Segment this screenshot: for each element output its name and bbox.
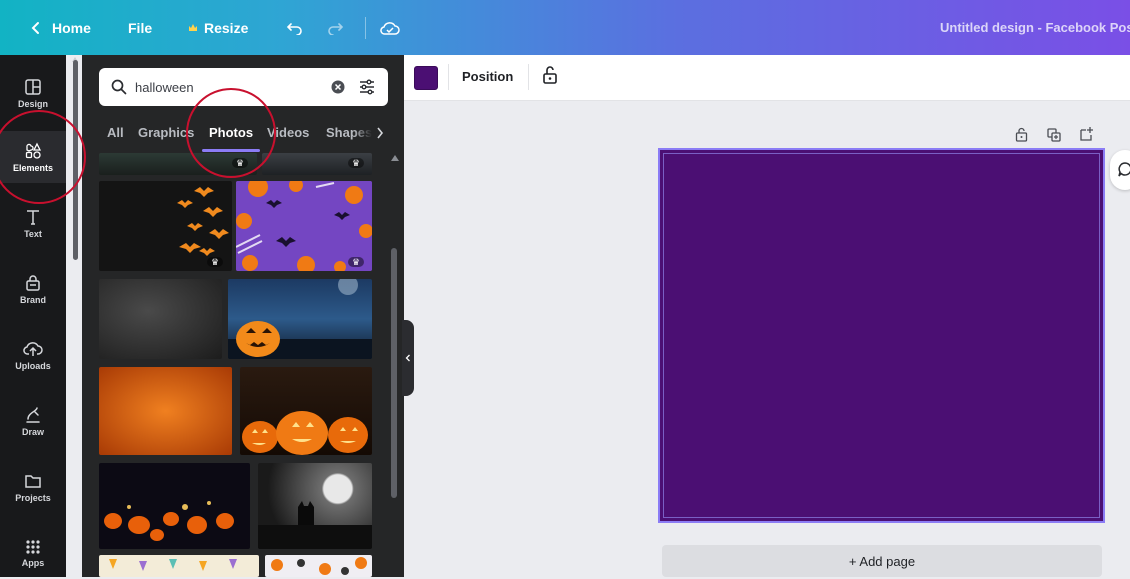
file-label: File <box>128 19 153 36</box>
design-icon <box>25 78 41 95</box>
undo-button[interactable] <box>286 0 304 55</box>
unlock-icon[interactable] <box>542 65 558 85</box>
divider <box>528 64 529 90</box>
annotation-circle-photos <box>186 88 276 178</box>
lanterns-row-art <box>104 501 234 541</box>
divider <box>448 64 449 90</box>
photo-thumbnail[interactable]: ♛ <box>262 153 372 175</box>
design-canvas[interactable] <box>658 148 1105 523</box>
rail-item-text[interactable]: Text <box>0 197 66 249</box>
photo-thumbnail-pumpkins-glow[interactable] <box>240 367 372 455</box>
design-title[interactable]: Untitled design - Facebook Pos <box>940 0 1130 55</box>
rail-item-label: Apps <box>21 557 45 568</box>
comment-button[interactable] <box>1110 150 1130 190</box>
photo-thumbnail-grunge[interactable] <box>99 279 222 359</box>
chevron-right-icon[interactable] <box>376 127 384 139</box>
draw-icon <box>26 406 40 423</box>
rail-item-label: Projects <box>15 492 51 503</box>
tab-all[interactable]: All <box>107 125 124 140</box>
crown-icon <box>189 24 197 31</box>
apps-grid-icon <box>26 539 40 554</box>
bunting-art <box>109 559 237 571</box>
add-page-icon[interactable] <box>1080 126 1095 141</box>
color-swatch[interactable] <box>414 66 438 90</box>
add-page-button[interactable]: + Add page <box>662 545 1102 577</box>
save-status-button[interactable] <box>380 0 400 55</box>
rail-item-draw[interactable]: Draw <box>0 395 66 447</box>
chevron-left-small-icon <box>405 354 410 362</box>
comment-icon <box>1118 162 1130 177</box>
photo-thumbnail-jackolantern-night[interactable] <box>228 279 372 359</box>
lock-page-icon[interactable] <box>1015 127 1028 142</box>
photo-thumbnail-lanterns-row[interactable] <box>99 463 250 549</box>
file-menu[interactable]: File <box>128 0 152 55</box>
duplicate-page-icon[interactable] <box>1047 128 1061 142</box>
brand-icon <box>26 274 40 291</box>
panel-scroll-up-arrow[interactable] <box>391 155 399 161</box>
glowing-pumpkins-art <box>242 411 368 455</box>
rail-item-label: Design <box>17 98 48 109</box>
photo-thumbnail-bats[interactable]: ♛ <box>99 181 232 271</box>
rail-item-brand[interactable]: Brand <box>0 263 66 315</box>
tab-shapes[interactable]: Shapes <box>326 125 372 140</box>
premium-crown-icon: ♛ <box>348 257 364 267</box>
panel-scrollbar[interactable] <box>391 248 397 498</box>
rail-item-apps[interactable]: Apps <box>0 527 66 579</box>
premium-crown-icon: ♛ <box>207 257 223 267</box>
search-icon <box>111 79 127 95</box>
home-label: Home <box>52 19 91 36</box>
rail-item-label: Brand <box>19 294 46 305</box>
home-button[interactable]: Home <box>30 0 91 55</box>
jackolantern-night-art <box>228 279 372 359</box>
rail-item-projects[interactable]: Projects <box>0 461 66 513</box>
cloud-check-icon <box>380 21 400 35</box>
top-bar: Home File Resize Untitled design - Faceb… <box>0 0 1130 55</box>
clear-search-icon[interactable] <box>331 80 345 94</box>
photo-thumbnail-pumpkins-purple[interactable]: ♛ <box>236 181 372 271</box>
rail-item-label: Text <box>24 228 42 239</box>
resize-button[interactable]: Resize <box>188 0 248 55</box>
redo-icon <box>328 22 344 35</box>
resize-label: Resize <box>204 19 249 36</box>
photo-thumbnail-ghosts[interactable] <box>265 555 372 577</box>
cat-moon-art <box>258 501 372 549</box>
undo-icon <box>286 22 302 35</box>
cloud-upload-icon <box>23 341 43 356</box>
position-button[interactable]: Position <box>462 69 513 84</box>
canvas-selection-border <box>663 153 1100 518</box>
redo-button[interactable] <box>326 0 344 55</box>
chevron-left-icon <box>31 21 39 34</box>
text-icon <box>27 209 39 225</box>
filter-sliders-icon[interactable] <box>359 79 375 95</box>
photo-thumbnail-bunting[interactable] <box>99 555 259 577</box>
photo-thumbnail-orange-texture[interactable] <box>99 367 232 455</box>
ghosts-pattern-art <box>271 557 367 575</box>
rail-item-uploads[interactable]: Uploads <box>0 329 66 381</box>
photo-thumbnail-cat-moon[interactable] <box>258 463 372 549</box>
premium-crown-icon: ♛ <box>348 158 364 168</box>
rail-item-label: Uploads <box>15 360 51 371</box>
folder-icon <box>25 474 41 488</box>
divider <box>365 17 366 39</box>
rail-item-label: Draw <box>21 426 44 437</box>
collapse-panel-handle[interactable] <box>402 320 414 396</box>
